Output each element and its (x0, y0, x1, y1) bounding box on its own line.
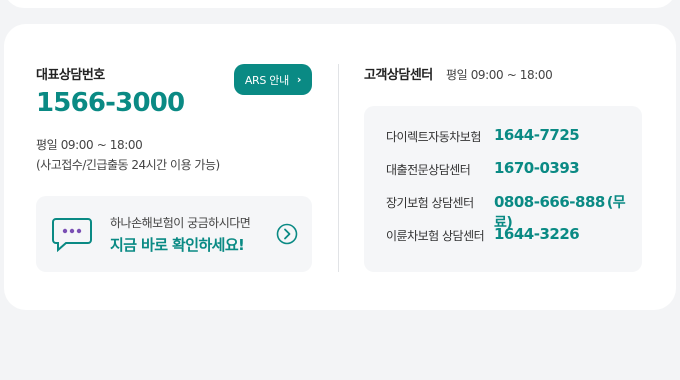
center-phone[interactable]: 1670-0393 (494, 159, 580, 177)
center-phone[interactable]: 1644-3226 (494, 225, 580, 243)
representative-section: 대표상담번호 ARS 안내 › 1566-3000 평일 09:00 ~ 18:… (36, 24, 316, 310)
representative-phone[interactable]: 1566-3000 (36, 88, 185, 118)
center-row: 대출전문상담센터 1670-0393 (364, 159, 642, 192)
center-name: 이륜차보험 상담센터 (386, 229, 485, 243)
previous-card-bottom (4, 0, 676, 8)
center-phone[interactable]: 1644-7725 (494, 126, 580, 144)
center-row: 이륜차보험 상담센터 1644-3226 (364, 225, 642, 258)
promo-text-line2: 지금 바로 확인하세요! (110, 236, 245, 254)
chat-bubble-icon (52, 216, 92, 256)
center-list: 다이렉트자동차보험 1644-7725 대출전문상담센터 1670-0393 장… (364, 106, 642, 272)
center-name: 장기보험 상담센터 (386, 196, 474, 210)
ars-guide-label: ARS 안내 (244, 73, 289, 87)
promo-text-line1: 하나손해보험이 궁금하시다면 (110, 216, 251, 230)
customer-center-section: 고객상담센터 평일 09:00 ~ 18:00 다이렉트자동차보험 1644-7… (364, 24, 654, 310)
promo-banner[interactable]: 하나손해보험이 궁금하시다면 지금 바로 확인하세요! (36, 196, 312, 272)
center-row: 다이렉트자동차보험 1644-7725 (364, 126, 642, 159)
representative-hours-note: (사고접수/긴급출동 24시간 이용 가능) (36, 158, 220, 172)
section-divider (338, 64, 339, 272)
center-name: 대출전문상담센터 (386, 163, 471, 177)
chevron-right-icon: › (296, 73, 302, 86)
center-name: 다이렉트자동차보험 (386, 130, 481, 144)
ars-guide-button[interactable]: ARS 안내 › (234, 64, 312, 95)
circle-arrow-right-icon[interactable] (276, 223, 298, 249)
representative-hours: 평일 09:00 ~ 18:00 (36, 138, 143, 152)
representative-title: 대표상담번호 (36, 68, 105, 83)
contact-card: 대표상담번호 ARS 안내 › 1566-3000 평일 09:00 ~ 18:… (4, 24, 676, 310)
customer-center-title: 고객상담센터 (364, 68, 433, 83)
customer-center-hours: 평일 09:00 ~ 18:00 (446, 68, 553, 82)
center-row: 장기보험 상담센터 0808-666-888 (무료) (364, 192, 642, 231)
